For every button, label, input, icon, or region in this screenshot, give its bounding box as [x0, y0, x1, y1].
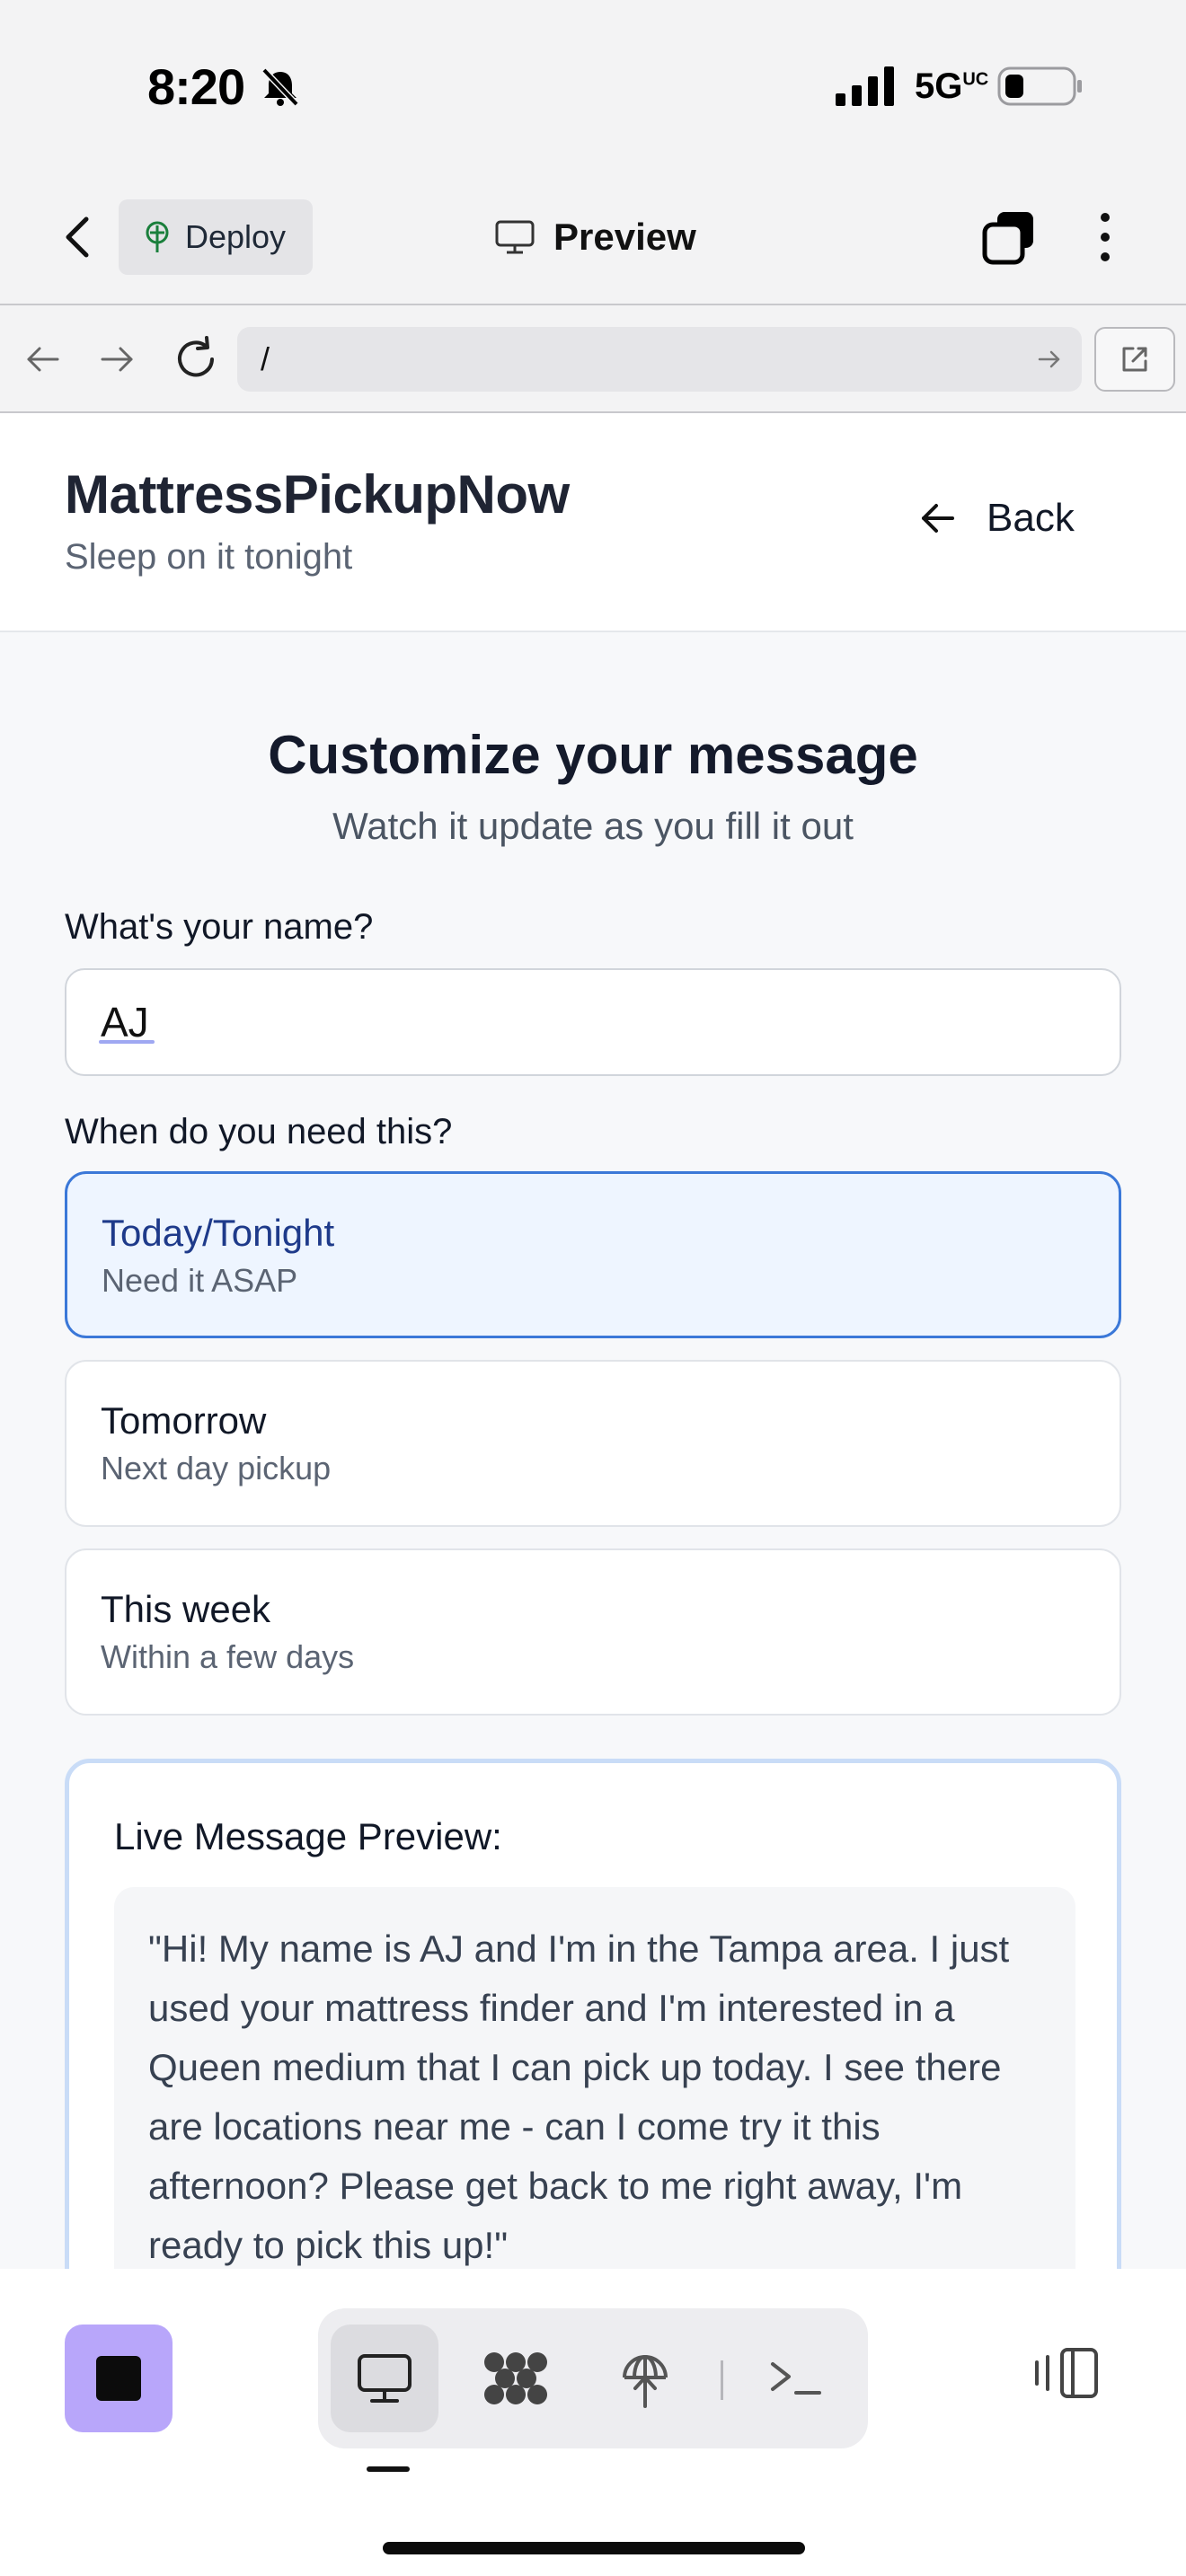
page-subtitle: Watch it update as you fill it out: [332, 805, 854, 847]
external-link-icon: [1122, 347, 1147, 372]
option-title: This week: [101, 1588, 271, 1630]
name-label: What's your name?: [65, 907, 374, 947]
back-label: Back: [987, 496, 1075, 540]
deploy-label: Deploy: [185, 218, 287, 255]
message-preview-card: Live Message Preview: "Hi! My name is AJ…: [65, 1759, 1121, 2269]
desktop-icon: [358, 2354, 412, 2403]
page-title: Customize your message: [268, 725, 918, 785]
segment-divider: [721, 2360, 723, 2400]
stop-icon: [96, 2356, 141, 2401]
brand-tagline: Sleep on it tonight: [65, 537, 353, 577]
deploy-icon: [146, 221, 169, 252]
when-label: When do you need this?: [65, 1112, 453, 1151]
home-indicator[interactable]: [383, 2542, 805, 2554]
name-input[interactable]: [65, 968, 1121, 1076]
main-content: Customize your message Watch it update a…: [0, 632, 1186, 2269]
deploy-view-button[interactable]: [591, 2325, 699, 2432]
desktop-view-button[interactable]: [331, 2325, 438, 2432]
bell-muted-icon: [261, 67, 299, 107]
brand-name[interactable]: MattressPickupNow: [65, 463, 570, 525]
tabs-icon[interactable]: [981, 208, 1039, 266]
stop-button[interactable]: [65, 2325, 173, 2432]
option-subtitle: Need it ASAP: [102, 1262, 298, 1299]
option-title: Tomorrow: [101, 1399, 267, 1442]
bottom-toolbar: [0, 2269, 1186, 2576]
terminal-view-button[interactable]: [742, 2325, 850, 2432]
option-today-tonight[interactable]: Today/Tonight Need it ASAP: [65, 1171, 1121, 1338]
option-this-week[interactable]: This week Within a few days: [65, 1548, 1121, 1716]
arrow-left-icon[interactable]: [23, 340, 63, 379]
preview-card-label: Live Message Preview:: [114, 1815, 502, 1857]
preview-label: Preview: [553, 216, 696, 258]
status-bar: 8:20 5GUC: [0, 0, 1186, 171]
url-text: /: [261, 340, 270, 377]
reload-icon[interactable]: [173, 336, 219, 383]
more-vertical-icon[interactable]: [1087, 208, 1123, 266]
arrow-left-icon: [922, 504, 954, 533]
network-type: 5GUC: [915, 66, 989, 106]
terminal-icon: [771, 2362, 821, 2395]
apps-view-button[interactable]: [462, 2325, 570, 2432]
arrow-right-icon[interactable]: [97, 340, 137, 379]
go-arrow-icon[interactable]: [1037, 347, 1062, 372]
browser-bar: /: [0, 305, 1186, 413]
preview-message: "Hi! My name is AJ and I'm in the Tampa …: [114, 1887, 1075, 2269]
option-tomorrow[interactable]: Tomorrow Next day pickup: [65, 1360, 1121, 1527]
status-time: 8:20: [147, 58, 245, 115]
apps-icon: [484, 2352, 547, 2404]
option-subtitle: Within a few days: [101, 1638, 355, 1675]
view-switcher: [318, 2308, 868, 2448]
app-header: Deploy Preview: [0, 171, 1186, 305]
side-panel-icon[interactable]: [1033, 2344, 1100, 2402]
chevron-left-icon[interactable]: [59, 210, 95, 264]
url-field[interactable]: /: [237, 327, 1082, 392]
option-subtitle: Next day pickup: [101, 1450, 332, 1486]
open-external-button[interactable]: [1094, 327, 1175, 392]
option-title: Today/Tonight: [102, 1212, 335, 1254]
deploy-icon: [623, 2355, 668, 2408]
site-header: MattressPickupNow Sleep on it tonight Ba…: [0, 413, 1186, 632]
spellcheck-underline: [99, 1040, 155, 1044]
active-tab-indicator: [367, 2466, 410, 2472]
cellular-signal-icon: [836, 66, 894, 106]
deploy-button[interactable]: Deploy: [119, 199, 313, 275]
monitor-icon: [495, 220, 535, 254]
preview-title: Preview: [494, 210, 696, 264]
battery-icon: [997, 66, 1082, 106]
back-button[interactable]: Back: [920, 496, 1075, 541]
